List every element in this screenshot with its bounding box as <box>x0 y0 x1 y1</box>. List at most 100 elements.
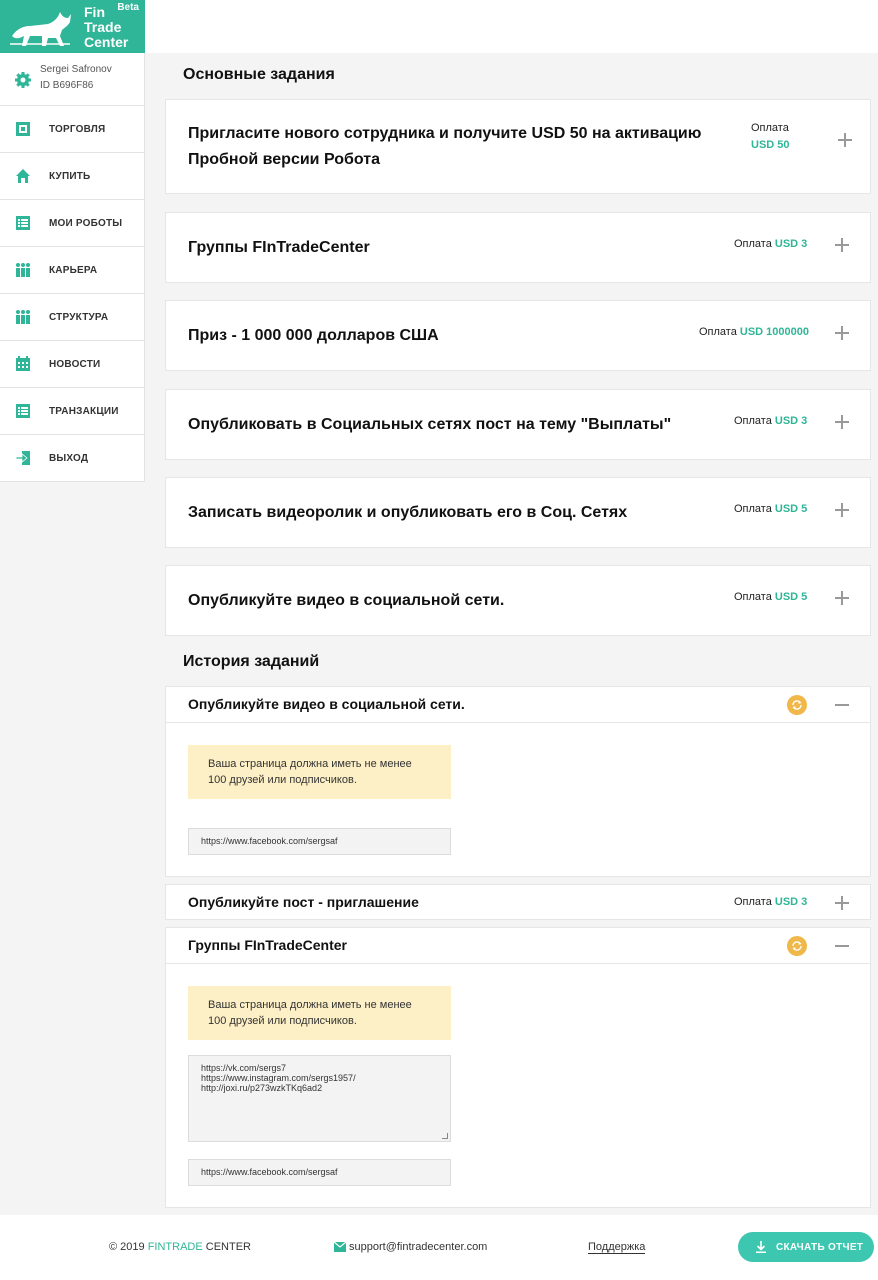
task-payment: Оплата USD 5 <box>734 591 807 603</box>
copyright-prefix: © 2019 <box>109 1241 148 1253</box>
task-card[interactable]: Группы FInTradeCenter Оплата USD 3 <box>165 212 871 283</box>
top-bar <box>145 0 878 53</box>
payment-amount: USD 3 <box>774 415 808 427</box>
nav-label: ТРАНЗАКЦИИ <box>49 406 119 417</box>
home-icon <box>16 169 30 183</box>
requirement-notice: Ваша страница должна иметь не менее 100 … <box>188 986 451 1040</box>
history-item-title: Опубликуйте пост - приглашение <box>188 894 419 910</box>
payment-amount: USD 3 <box>774 238 808 250</box>
list-icon <box>16 404 30 418</box>
people-icon <box>16 263 30 277</box>
task-card[interactable]: Пригласите нового сотрудника и получите … <box>165 99 871 194</box>
payment-label: Оплата <box>734 896 772 908</box>
nav-label: МОИ РОБОТЫ <box>49 218 123 229</box>
refresh-icon[interactable] <box>787 936 807 956</box>
payment-amount: USD 1000000 <box>739 326 810 338</box>
nav-label: НОВОСТИ <box>49 359 101 370</box>
task-title: Пригласите нового сотрудника и получите … <box>188 121 701 173</box>
download-report-button[interactable]: СКАЧАТЬ ОТЧЕТ <box>738 1232 874 1262</box>
task-payment: Оплата USD 3 <box>734 238 807 250</box>
brand-line-2: Trade <box>84 19 122 35</box>
beta-badge: Beta <box>117 2 139 13</box>
nav-item-news[interactable]: НОВОСТИ <box>0 341 145 388</box>
links-textarea[interactable]: https://vk.com/sergs7 https://www.instag… <box>188 1055 451 1142</box>
collapse-minus-icon[interactable] <box>835 945 849 947</box>
email-text: support@fintradecenter.com <box>349 1241 488 1253</box>
nav-label: ТОРГОВЛЯ <box>49 124 106 135</box>
nav-item-structure[interactable]: СТРУКТУРА <box>0 294 145 341</box>
nav-item-my-robots[interactable]: МОИ РОБОТЫ <box>0 200 145 247</box>
nav-item-transactions[interactable]: ТРАНЗАКЦИИ <box>0 388 145 435</box>
footer: © 2019 FINTRADE CENTER support@fintradec… <box>0 1215 878 1280</box>
expand-plus-icon[interactable] <box>835 326 849 340</box>
people-icon <box>16 310 30 324</box>
payment-amount: USD 3 <box>774 896 808 908</box>
task-title: Опубликуйте видео в социальной сети. <box>188 592 505 609</box>
sidebar: Fin Trade Center Beta Sergei Safronov ID… <box>0 0 145 482</box>
payment-label: Оплата <box>751 122 789 134</box>
link-field[interactable]: https://www.facebook.com/sergsaf <box>188 1159 451 1186</box>
payment-label: Оплата <box>734 503 772 515</box>
download-label: СКАЧАТЬ ОТЧЕТ <box>776 1242 864 1253</box>
task-title: Приз - 1 000 000 долларов США <box>188 327 439 344</box>
support-link[interactable]: Поддержка <box>588 1241 646 1254</box>
expand-plus-icon[interactable] <box>838 133 852 147</box>
calendar-icon <box>16 356 30 371</box>
refresh-icon[interactable] <box>787 695 807 715</box>
payment-label: Оплата <box>734 238 772 250</box>
history-item-header[interactable]: Группы FInTradeCenter <box>166 928 870 964</box>
brand-line-3: Center <box>84 34 129 50</box>
link-field[interactable]: https://www.facebook.com/sergsaf <box>188 828 451 855</box>
history-item: Опубликуйте видео в социальной сети. Ваш… <box>165 686 871 877</box>
task-card[interactable]: Приз - 1 000 000 долларов США Оплата USD… <box>165 300 871 371</box>
history-title: История заданий <box>183 653 320 670</box>
task-payment: Оплата USD 5 <box>734 503 807 515</box>
resize-handle[interactable] <box>442 1133 448 1139</box>
gear-icon[interactable] <box>14 71 32 89</box>
trading-icon <box>16 122 30 136</box>
nav-label: СТРУКТУРА <box>49 312 109 323</box>
history-item: Группы FInTradeCenter Ваша страница долж… <box>165 927 871 1208</box>
payment-label: Оплата <box>699 326 737 338</box>
task-payment: Оплата USD 50 <box>751 122 790 151</box>
list-icon <box>16 216 30 230</box>
expand-plus-icon[interactable] <box>835 503 849 517</box>
nav-item-buy[interactable]: КУПИТЬ <box>0 153 145 200</box>
user-name: Sergei Safronov <box>40 64 112 75</box>
task-card[interactable]: Опубликуйте видео в социальной сети. Опл… <box>165 565 871 636</box>
task-title: Группы FInTradeCenter <box>188 239 370 256</box>
task-title: Опубликовать в Социальных сетях пост на … <box>188 416 672 433</box>
nav-item-logout[interactable]: ВЫХОД <box>0 435 145 482</box>
expand-plus-icon[interactable] <box>835 238 849 252</box>
payment-label: Оплата <box>734 415 772 427</box>
bull-logo-icon <box>10 12 71 46</box>
expand-plus-icon[interactable] <box>835 415 849 429</box>
history-item-header[interactable]: Опубликуйте видео в социальной сети. <box>166 687 870 723</box>
copyright: © 2019 FINTRADE CENTER <box>109 1241 251 1253</box>
logout-icon <box>15 451 30 465</box>
nav-item-trading[interactable]: ТОРГОВЛЯ <box>0 106 145 153</box>
requirement-notice: Ваша страница должна иметь не менее 100 … <box>188 745 451 799</box>
task-payment: Оплата USD 1000000 <box>699 326 809 338</box>
expand-plus-icon[interactable] <box>835 591 849 605</box>
task-title: Записать видеоролик и опубликовать его в… <box>188 504 628 521</box>
collapse-minus-icon[interactable] <box>835 704 849 706</box>
main-tasks-title: Основные задания <box>183 66 335 83</box>
envelope-icon <box>333 1241 347 1252</box>
task-card[interactable]: Записать видеоролик и опубликовать его в… <box>165 477 871 548</box>
task-payment: Оплата USD 3 <box>734 415 807 427</box>
nav-label: КУПИТЬ <box>49 171 91 182</box>
task-title-line-2: Пробной версии Робота <box>188 151 380 168</box>
payment-amount: USD 5 <box>774 503 808 515</box>
logo[interactable]: Fin Trade Center Beta <box>0 0 145 53</box>
task-payment: Оплата USD 3 <box>734 896 807 908</box>
download-icon <box>756 1241 766 1253</box>
copyright-brand: FINTRADE <box>147 1241 203 1253</box>
support-email[interactable]: support@fintradecenter.com <box>333 1241 488 1253</box>
user-panel[interactable]: Sergei Safronov ID B696F86 <box>0 53 145 106</box>
expand-plus-icon[interactable] <box>835 896 849 910</box>
nav-item-career[interactable]: КАРЬЕРА <box>0 247 145 294</box>
history-item-title: Опубликуйте видео в социальной сети. <box>188 696 465 712</box>
task-card[interactable]: Опубликовать в Социальных сетях пост на … <box>165 389 871 460</box>
history-item-header[interactable]: Опубликуйте пост - приглашение Оплата US… <box>166 885 870 921</box>
